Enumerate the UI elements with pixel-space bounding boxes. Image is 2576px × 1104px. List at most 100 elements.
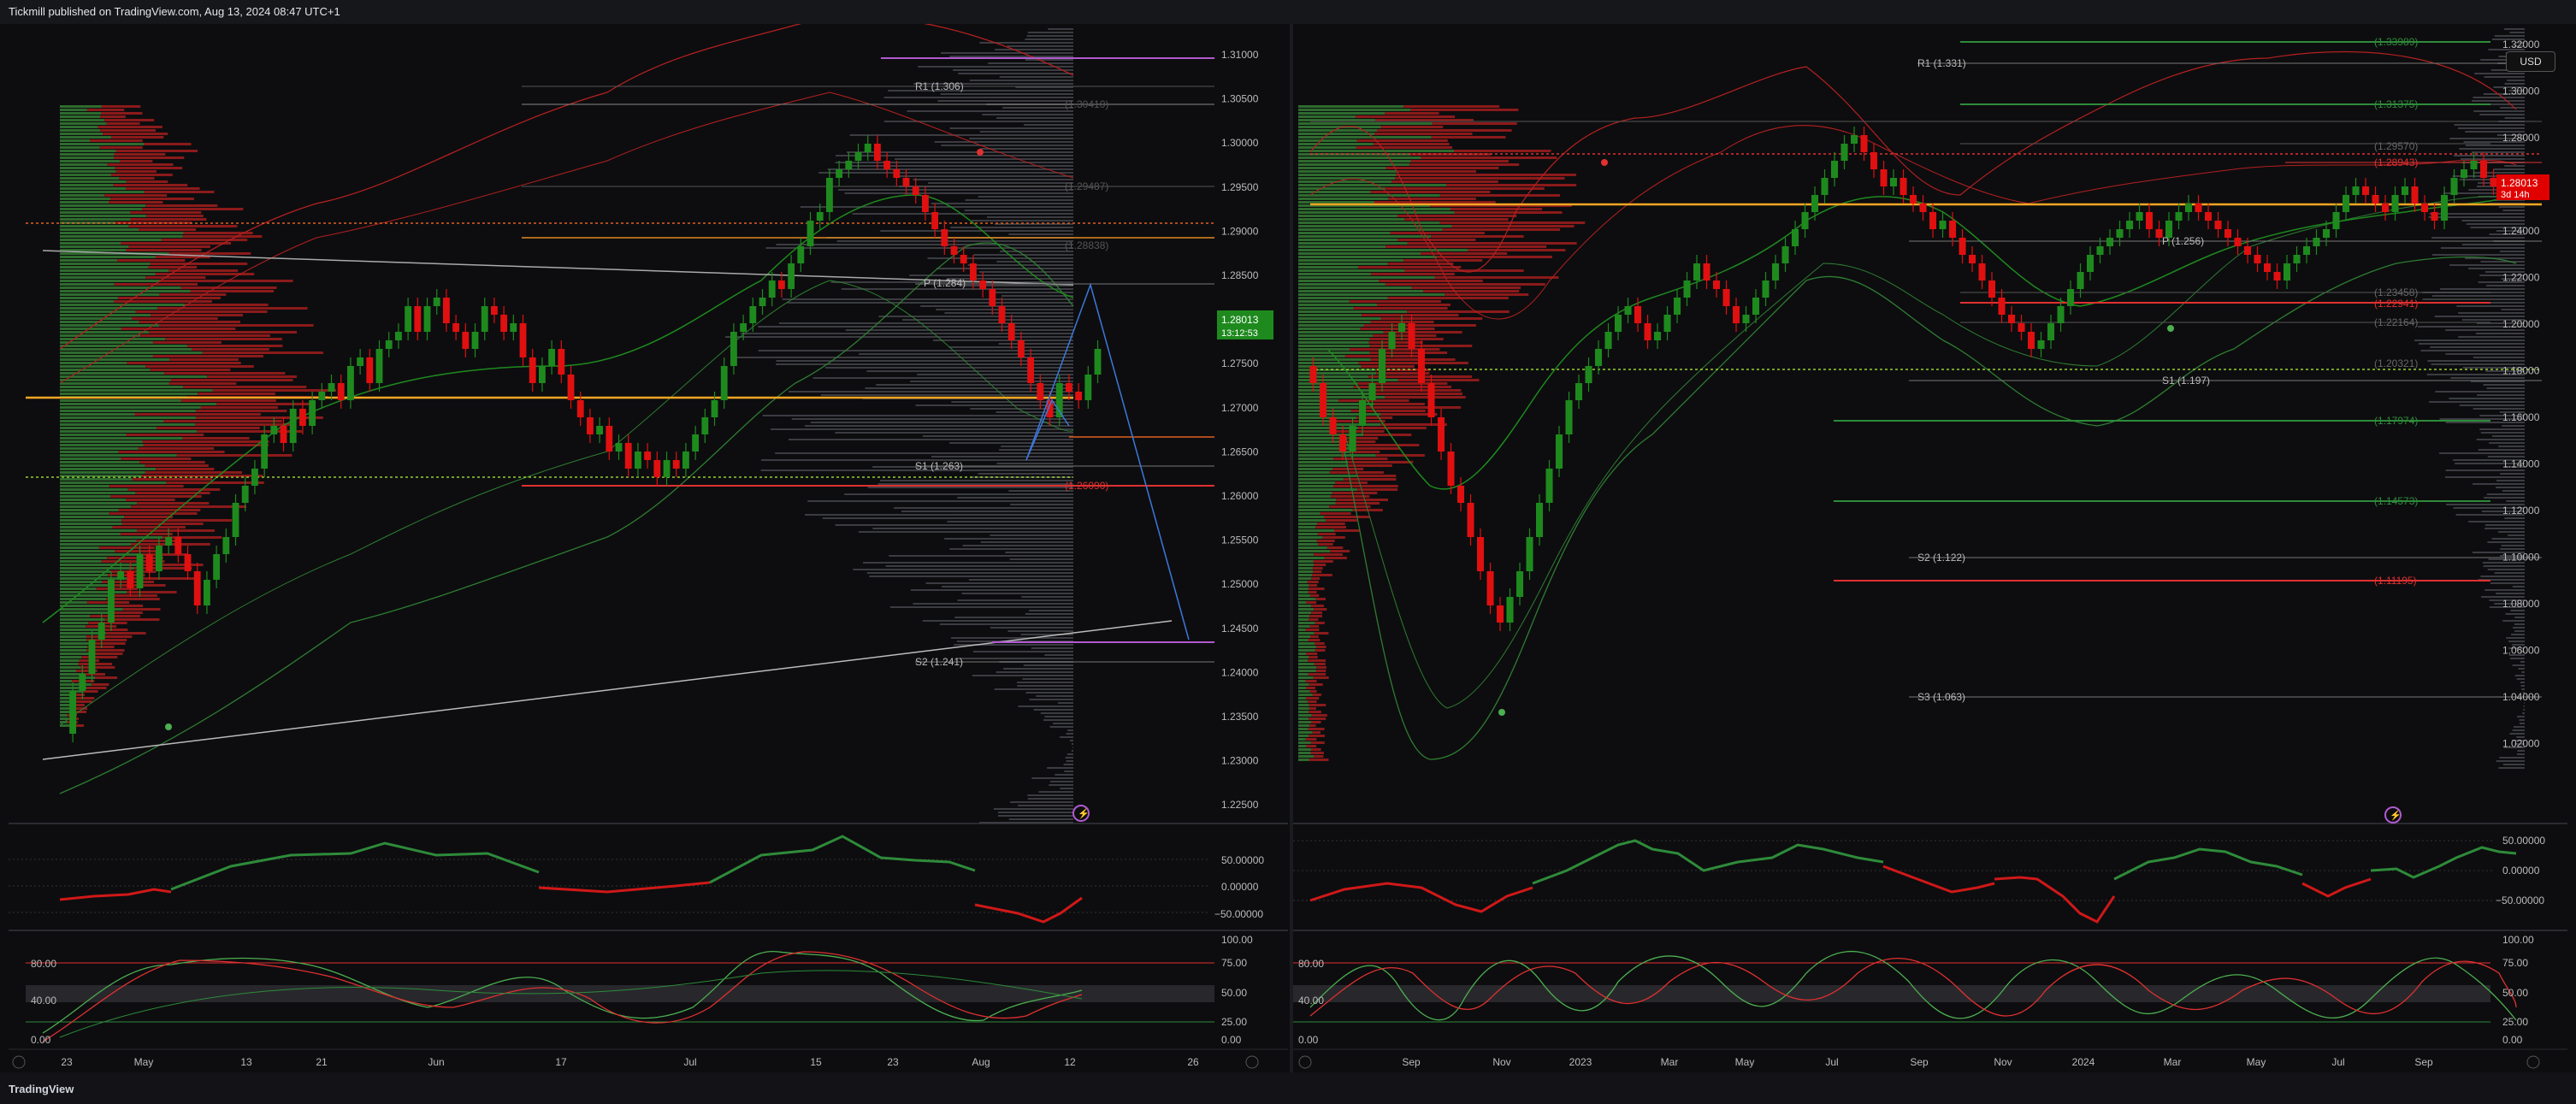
volume-bar — [1298, 423, 1381, 426]
volume-bar — [807, 500, 1073, 502]
left-price-axis[interactable]: 1.31000 1.30500 1.30000 1.29500 1.29000 1.285… — [1221, 49, 1259, 811]
volume-bar — [1309, 594, 1320, 597]
candle — [385, 340, 393, 349]
volume-bar — [60, 393, 198, 395]
volume-bar — [1298, 328, 1361, 330]
volume-bar — [845, 329, 1073, 331]
left-chart-panel[interactable]: R1 (1.306) P (1.284) S1 (1.263) S2 (1.24… — [9, 15, 1288, 1072]
axis-settings-icon[interactable] — [12, 1055, 26, 1069]
volume-bar — [2521, 688, 2525, 690]
volume-bar — [74, 700, 93, 703]
volume-bar — [75, 704, 85, 706]
volume-bar — [1397, 379, 1480, 381]
volume-bar — [822, 517, 1073, 519]
volume-bar — [1309, 656, 1318, 658]
volume-bar — [2471, 151, 2525, 153]
volume-bar — [838, 189, 1073, 191]
candle — [1007, 323, 1015, 340]
candle — [165, 537, 173, 546]
candle — [1320, 383, 1327, 417]
candle — [251, 469, 258, 486]
right-time-axis[interactable]: Sep Nov 2023 Mar May Jul Sep Nov 2024 Mar May Jul Se… — [1298, 1055, 2540, 1069]
right-chart-panel[interactable]: R1 (1.331) P (1.256) S1 (1.197) S2 (1.12… — [1293, 24, 2567, 1072]
volume-bar — [1298, 382, 1358, 385]
svg-text:25.00: 25.00 — [2502, 1016, 2528, 1028]
candle — [2087, 255, 2094, 272]
volume-bar — [1380, 126, 1444, 128]
volume-bar — [198, 393, 275, 395]
volume-bar — [2484, 589, 2525, 591]
volume-bar — [148, 266, 198, 269]
volume-bar — [885, 565, 1073, 567]
volume-bar — [1369, 338, 1444, 340]
svg-text:40.00: 40.00 — [1298, 995, 1324, 1007]
volume-bar — [2514, 617, 2525, 618]
volume-bar — [1377, 129, 1512, 132]
candle — [2234, 238, 2242, 246]
price-tick: 1.30500 — [1221, 93, 1259, 105]
right-pivot-r1: R1 (1.331) — [1917, 57, 1966, 69]
volume-bar — [60, 707, 71, 710]
volume-bar — [1298, 680, 1306, 682]
candle — [204, 580, 210, 605]
right-pivot-s3: S3 (1.063) — [1917, 691, 1965, 703]
volume-bar — [60, 167, 115, 169]
volume-bar — [941, 145, 1073, 146]
volume-bar — [1298, 136, 1432, 139]
axis-settings-icon[interactable] — [1245, 1055, 1259, 1069]
volume-bar — [878, 316, 1073, 317]
volume-bar — [145, 276, 206, 279]
volume-bar — [2459, 148, 2525, 150]
volume-bar — [1298, 649, 1315, 652]
volume-bar — [132, 478, 213, 481]
volume-bar — [2457, 127, 2525, 129]
volume-bar — [1066, 760, 1073, 762]
candle — [2018, 323, 2025, 332]
tradingview-logo: TradingView — [9, 1083, 74, 1095]
axis-settings-icon[interactable] — [1298, 1055, 1312, 1069]
volume-bar — [827, 168, 1073, 170]
volume-bar — [60, 659, 80, 662]
volume-bar — [835, 155, 1073, 156]
volume-bar — [1298, 464, 1349, 467]
volume-bar — [1027, 798, 1073, 800]
volume-bar — [86, 635, 133, 638]
volume-bar — [1298, 659, 1309, 662]
candle — [1693, 263, 1701, 280]
time-tick: Jul — [2331, 1056, 2344, 1068]
volume-bar — [1380, 317, 1483, 320]
volume-bar — [1298, 666, 1317, 669]
volume-bar — [2511, 634, 2525, 635]
volume-bar — [1298, 304, 1378, 306]
volume-bar — [2516, 678, 2525, 680]
volume-bar — [1298, 468, 1333, 470]
volume-bar — [1410, 109, 1519, 111]
volume-bar — [947, 521, 1073, 522]
volume-bar — [1305, 652, 1318, 655]
volume-bar — [1298, 143, 1374, 145]
volume-bar — [1298, 235, 1432, 238]
volume-bar — [60, 420, 164, 422]
volume-bar — [1298, 560, 1314, 563]
candle — [624, 443, 632, 469]
volume-bar — [1371, 273, 1455, 275]
price-tick: 1.27500 — [1221, 357, 1259, 369]
volume-bar — [60, 358, 170, 361]
volume-bar — [889, 606, 1073, 608]
volume-bar — [142, 440, 269, 443]
volume-bar — [60, 591, 127, 593]
candle — [357, 357, 364, 366]
currency-button[interactable]: USD — [2506, 51, 2555, 72]
volume-bar — [2477, 394, 2525, 396]
left-time-axis[interactable]: 23 May 13 21 Jun 17 Jul 15 23 Aug 12 26 — [12, 1055, 1259, 1069]
volume-bar — [820, 394, 1073, 396]
volume-bar — [1356, 488, 1398, 491]
axis-settings-icon[interactable] — [2526, 1055, 2540, 1069]
volume-bar — [1298, 150, 1455, 152]
volume-bar — [60, 488, 128, 491]
volume-bar — [1298, 454, 1376, 457]
countdown: 13:12:53 — [1221, 328, 1258, 339]
volume-bar — [996, 671, 1073, 673]
svg-text:(1.22164): (1.22164) — [2374, 316, 2418, 328]
volume-bar — [1298, 512, 1320, 515]
